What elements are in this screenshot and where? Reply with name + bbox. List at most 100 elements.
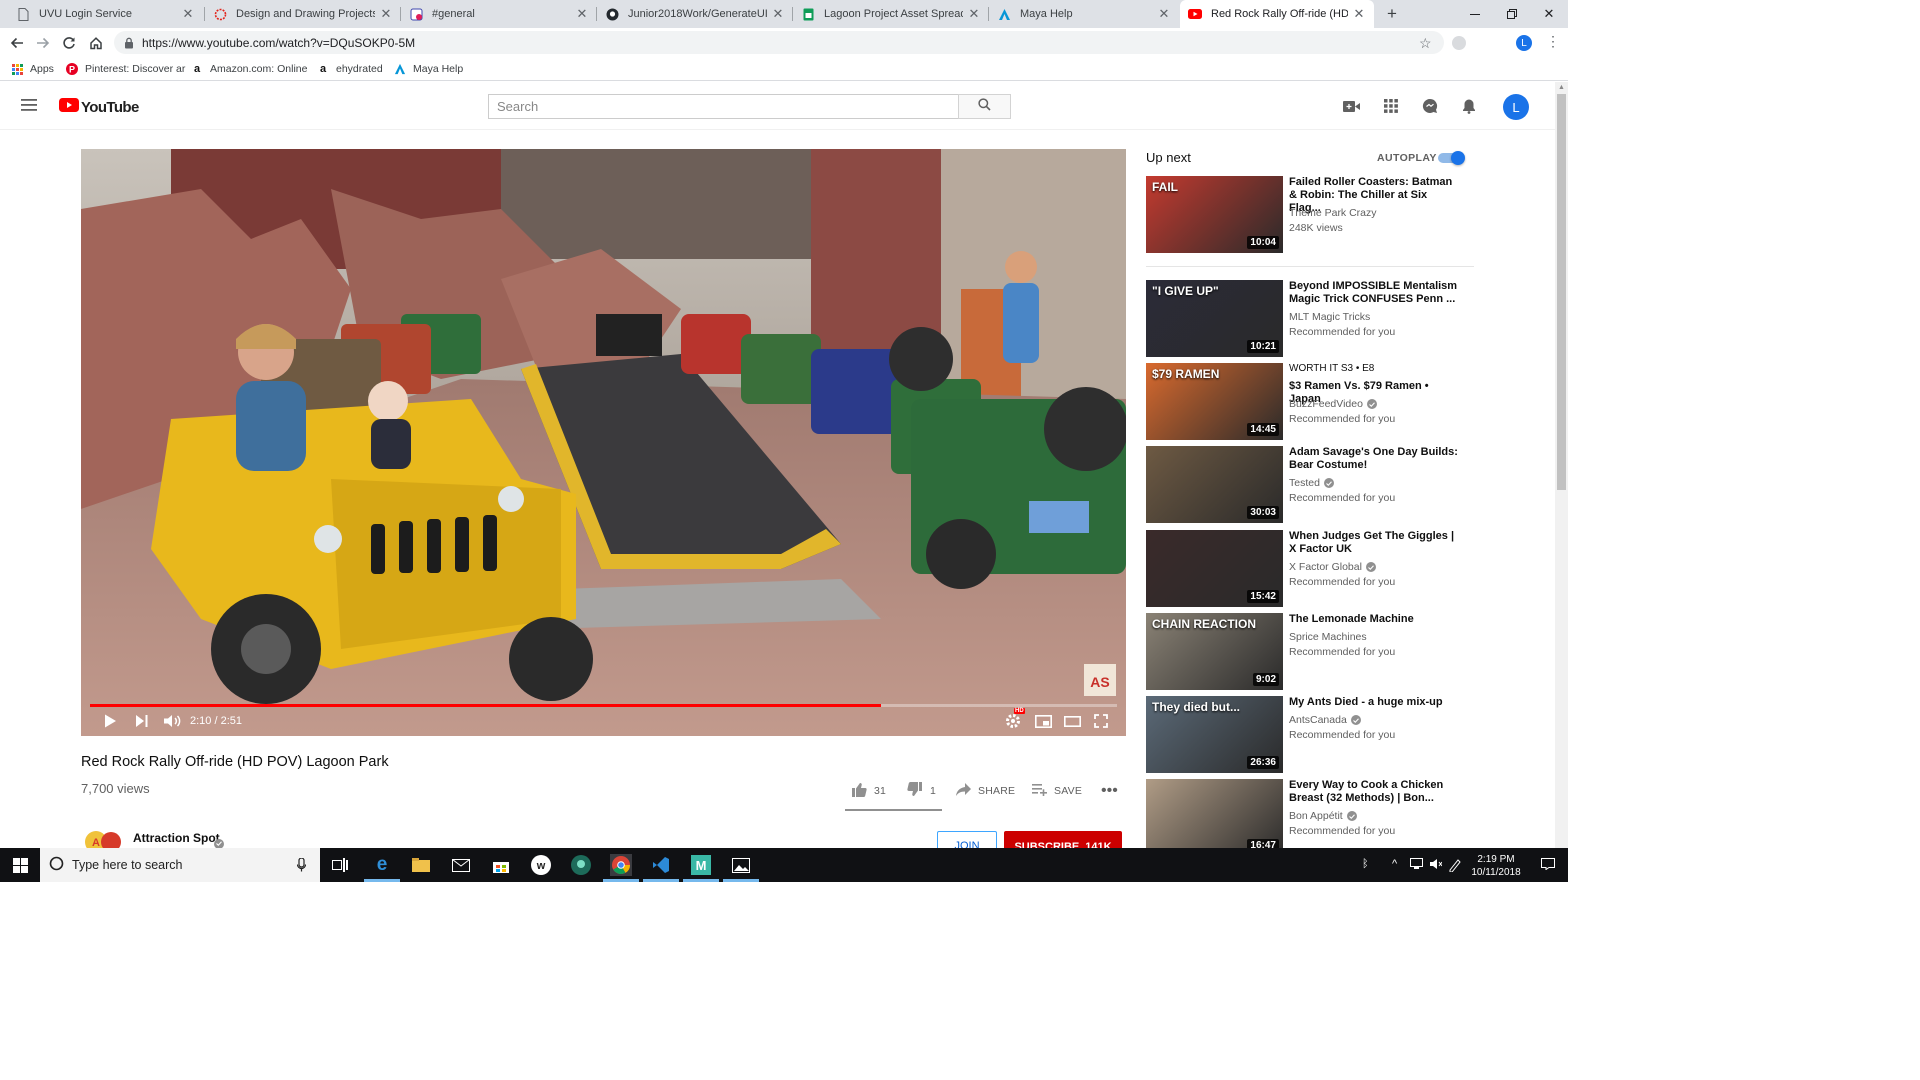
recommended-title[interactable]: The Lemonade Machine (1289, 613, 1459, 626)
task-view-icon[interactable] (329, 854, 351, 876)
recommended-channel[interactable]: Bon Appétit (1289, 810, 1357, 822)
settings-gear-icon[interactable]: HD (1003, 708, 1025, 731)
people-icon[interactable]: ᛒ (1362, 858, 1369, 870)
hamburger-menu-icon[interactable] (19, 95, 39, 115)
recommended-channel[interactable]: AntsCanada (1289, 714, 1361, 726)
show-hidden-icons-chevron[interactable]: ^ (1392, 858, 1397, 870)
play-button[interactable] (101, 711, 119, 731)
youtube-logo[interactable]: YouTube (59, 98, 139, 117)
video-thumbnail[interactable]: $79 RAMEN 14:45 (1146, 363, 1283, 440)
video-thumbnail[interactable]: 30:03 (1146, 446, 1283, 523)
edge-browser-icon[interactable]: e (371, 854, 393, 876)
close-tab-icon[interactable]: ✕ (1352, 6, 1366, 22)
save-button[interactable]: SAVE (1032, 783, 1082, 799)
bookmark-pinterest[interactable]: P Pinterest: Discover ar (66, 61, 185, 77)
close-tab-icon[interactable]: ✕ (379, 6, 393, 22)
autoplay-toggle[interactable] (1438, 151, 1467, 165)
fullscreen-icon[interactable] (1091, 711, 1111, 731)
bookmark-apps[interactable]: Apps (11, 61, 54, 77)
apps-grid-icon[interactable] (1381, 96, 1401, 116)
like-button[interactable]: 31 (851, 783, 886, 799)
recommended-title[interactable]: Adam Savage's One Day Builds: Bear Costu… (1289, 446, 1459, 472)
browser-tab-active[interactable]: Red Rock Rally Off-ride (HD POV ✕ (1180, 0, 1374, 28)
channel-name[interactable]: Attraction Spot (133, 831, 220, 845)
recommended-video[interactable]: 15:42 When Judges Get The Giggles | X Fac… (1146, 530, 1476, 610)
browser-tab[interactable]: #general ✕ (401, 0, 597, 28)
theater-mode-icon[interactable] (1062, 711, 1082, 731)
chrome-icon[interactable] (610, 854, 632, 876)
pen-workspace-icon[interactable] (1448, 858, 1462, 875)
search-input[interactable]: Search (488, 94, 959, 119)
windows-start-icon[interactable] (9, 854, 31, 876)
recommended-channel[interactable]: X Factor Global (1289, 561, 1376, 573)
home-button[interactable] (85, 32, 107, 54)
close-tab-icon[interactable]: ✕ (967, 6, 981, 22)
video-thumbnail[interactable]: 16:47 (1146, 779, 1283, 856)
browser-tab[interactable]: Junior2018Work/GenerateUI.mel ✕ (597, 0, 793, 28)
video-player[interactable]: AS 2:10 / 2:51 HD (81, 149, 1126, 736)
bookmark-maya-help[interactable]: Maya Help (394, 61, 463, 77)
bookmark-amazon-2[interactable]: a ehydrated (317, 61, 383, 77)
close-window-button[interactable]: ✕ (1526, 0, 1572, 28)
video-thumbnail[interactable]: They died but... 26:36 (1146, 696, 1283, 773)
messages-icon[interactable] (1420, 96, 1440, 116)
profile-avatar[interactable]: L (1516, 35, 1532, 51)
recommended-video[interactable]: "I GIVE UP" 10:21 Beyond IMPOSSIBLE Mental… (1146, 280, 1476, 360)
page-scrollbar[interactable]: ▲ (1555, 82, 1568, 848)
bookmark-amazon[interactable]: a Amazon.com: Online (191, 61, 308, 77)
account-avatar[interactable]: L (1503, 94, 1529, 120)
address-bar[interactable]: https://www.youtube.com/watch?v=DQuSOKP0… (114, 31, 1444, 54)
new-tab-button[interactable]: + (1382, 4, 1402, 24)
recommended-video[interactable]: $79 RAMEN 14:45 WORTH IT S3 • E8 $3 Ramen V… (1146, 363, 1476, 443)
video-thumbnail[interactable]: "I GIVE UP" 10:21 (1146, 280, 1283, 357)
recommended-channel[interactable]: MLT Magic Tricks (1289, 311, 1370, 323)
browser-tab[interactable]: Design and Drawing Projects 2, 3 ✕ (205, 0, 401, 28)
recommended-video[interactable]: CHAIN REACTION 9:02 The Lemonade Machine Sp… (1146, 613, 1476, 693)
next-button[interactable] (134, 711, 150, 731)
microphone-icon[interactable] (296, 857, 307, 875)
browser-tab[interactable]: Maya Help ✕ (989, 0, 1179, 28)
menu-kebab-icon[interactable]: ⋮ (1546, 34, 1560, 48)
reload-button[interactable] (58, 32, 80, 54)
volume-icon[interactable] (163, 711, 183, 731)
video-thumbnail[interactable]: 15:42 (1146, 530, 1283, 607)
browser-tab[interactable]: Lagoon Project Asset Spreadshe ✕ (793, 0, 989, 28)
recommended-channel[interactable]: Sprice Machines (1289, 631, 1367, 643)
close-tab-icon[interactable]: ✕ (771, 6, 785, 22)
miniplayer-icon[interactable] (1033, 711, 1053, 731)
forward-button[interactable] (32, 32, 54, 54)
recommended-title[interactable]: My Ants Died - a huge mix-up (1289, 696, 1459, 709)
network-icon[interactable] (1410, 858, 1424, 873)
maya-app-icon[interactable]: M (690, 854, 712, 876)
system-clock[interactable]: 2:19 PM 10/11/2018 (1466, 853, 1526, 879)
browser-tab[interactable]: UVU Login Service ✕ (8, 0, 203, 28)
back-button[interactable] (6, 32, 28, 54)
recommended-video[interactable]: 30:03 Adam Savage's One Day Builds: Bear … (1146, 446, 1476, 526)
dislike-button[interactable]: 1 (907, 782, 936, 799)
recommended-channel[interactable]: Theme Park Crazy (1289, 207, 1377, 219)
gitkraken-icon[interactable] (570, 854, 592, 876)
close-tab-icon[interactable]: ✕ (575, 6, 589, 22)
extension-icon[interactable] (1452, 36, 1466, 50)
video-thumbnail[interactable]: CHAIN REACTION 9:02 (1146, 613, 1283, 690)
video-thumbnail[interactable]: FAIL 10:04 (1146, 176, 1283, 253)
file-explorer-icon[interactable] (410, 854, 432, 876)
search-button[interactable] (958, 94, 1011, 119)
wacom-app-icon[interactable]: w (530, 854, 552, 876)
recommended-video[interactable]: 16:47 Every Way to Cook a Chicken Breast … (1146, 779, 1476, 859)
photos-icon[interactable] (730, 854, 752, 876)
store-icon[interactable] (490, 854, 512, 876)
recommended-video[interactable]: They died but... 26:36 My Ants Died - a hu… (1146, 696, 1476, 776)
create-video-icon[interactable] (1341, 96, 1361, 116)
close-tab-icon[interactable]: ✕ (181, 6, 195, 22)
channel-avatar[interactable]: A (83, 828, 123, 850)
recommended-channel[interactable]: BuzzFeedVideo (1289, 398, 1377, 410)
notifications-center-icon[interactable] (1541, 858, 1555, 873)
more-actions-icon[interactable]: ••• (1101, 782, 1118, 799)
mail-icon[interactable] (450, 854, 472, 876)
bookmark-star-icon[interactable]: ☆ (1419, 35, 1432, 52)
recommended-video[interactable]: FAIL 10:04 Failed Roller Coasters: Batman … (1146, 176, 1476, 256)
share-button[interactable]: SHARE (956, 783, 1015, 799)
vscode-icon[interactable] (650, 854, 672, 876)
recommended-title[interactable]: Beyond IMPOSSIBLE Mentalism Magic Trick … (1289, 280, 1459, 306)
